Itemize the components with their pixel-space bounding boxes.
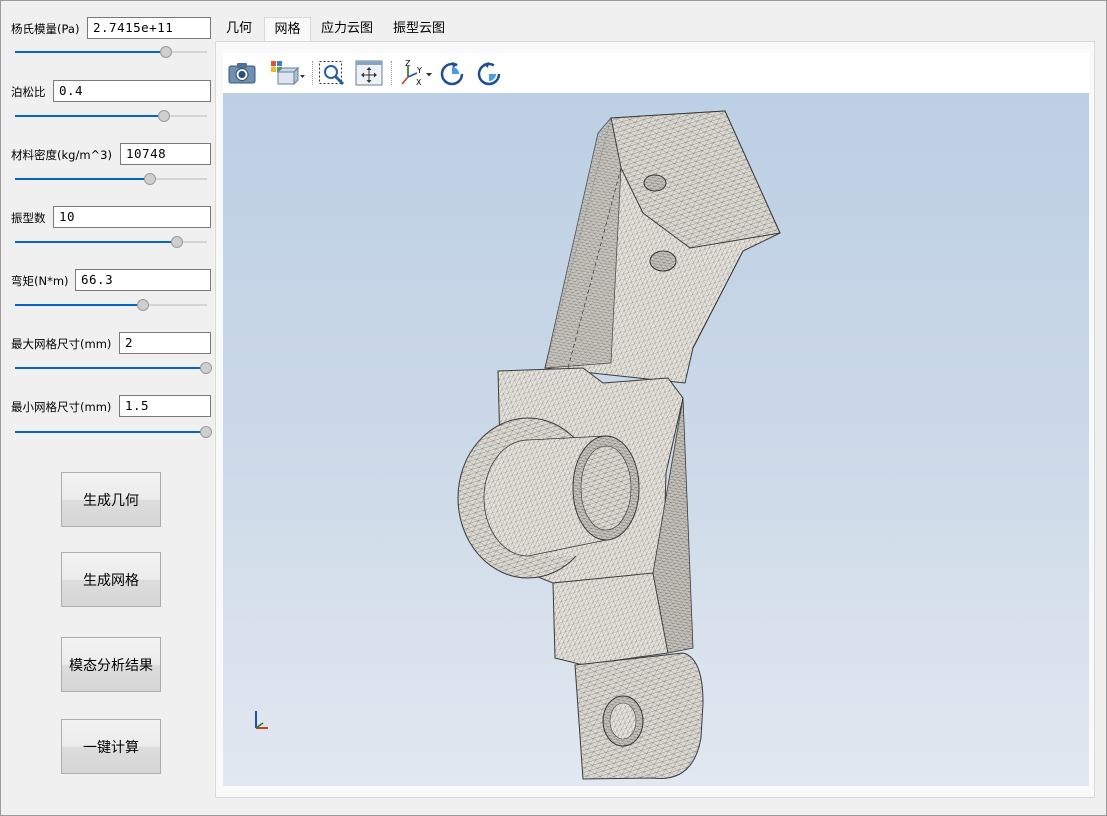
poisson-ratio-label: 泊松比: [11, 85, 46, 99]
axis-triad-icon: [255, 711, 268, 729]
axis-y-label: Y: [416, 66, 422, 75]
zoom-box-icon[interactable]: [317, 59, 347, 87]
slider-thumb[interactable]: [171, 236, 184, 248]
viewer-toolbar: Z Y X: [223, 53, 1089, 93]
youngs-modulus-input[interactable]: 2.7415e+11: [87, 17, 211, 39]
tab-mesh[interactable]: 网格: [264, 17, 311, 41]
toolbar-separator: [391, 61, 393, 85]
density-slider[interactable]: [15, 173, 207, 185]
slider-thumb[interactable]: [200, 426, 213, 438]
generate-mesh-button[interactable]: 生成网格: [61, 552, 161, 607]
mode-count-label: 振型数: [11, 211, 46, 225]
one-click-compute-button[interactable]: 一键计算: [61, 719, 161, 774]
axis-x-label: X: [416, 78, 422, 87]
youngs-modulus-label: 杨氏模量(Pa): [11, 22, 80, 36]
axis-z-label: Z: [405, 59, 411, 68]
tab-mode-shape[interactable]: 振型云图: [388, 17, 450, 41]
mesh-viewport[interactable]: [223, 93, 1089, 786]
toolbar-separator: [312, 61, 314, 85]
density-input[interactable]: 10748: [120, 143, 211, 165]
meshed-part-model: [255, 110, 781, 780]
slider-thumb[interactable]: [159, 46, 172, 58]
generate-geometry-button[interactable]: 生成几何: [61, 472, 161, 527]
youngs-modulus-slider[interactable]: [15, 46, 207, 58]
tab-stress-contour[interactable]: 应力云图: [316, 17, 378, 41]
hub-mesh: [457, 367, 684, 584]
rotate-cw-icon[interactable]: [437, 59, 467, 87]
tab-geometry[interactable]: 几何: [219, 17, 259, 41]
min-mesh-size-label: 最小网格尺寸(mm): [11, 400, 112, 414]
max-mesh-size-slider[interactable]: [15, 362, 213, 374]
mode-count-input[interactable]: 10: [53, 206, 211, 228]
mode-count-slider[interactable]: [15, 236, 207, 248]
modal-results-button[interactable]: 模态分析结果: [61, 637, 161, 692]
upper-arm-mesh: [544, 110, 781, 384]
poisson-ratio-slider[interactable]: [15, 110, 207, 122]
fit-all-icon[interactable]: [354, 59, 384, 87]
bending-moment-label: 弯矩(N*m): [11, 274, 69, 288]
density-label: 材料密度(kg/m^3): [11, 148, 112, 162]
slider-thumb[interactable]: [136, 299, 149, 311]
rotate-ccw-icon[interactable]: [474, 59, 504, 87]
min-mesh-size-input[interactable]: 1.5: [119, 395, 211, 417]
max-mesh-size-label: 最大网格尺寸(mm): [11, 337, 112, 351]
view-cube-icon[interactable]: [267, 59, 307, 87]
camera-icon[interactable]: [227, 59, 257, 87]
slider-thumb[interactable]: [157, 110, 170, 122]
bending-moment-slider[interactable]: [15, 299, 207, 311]
poisson-ratio-input[interactable]: 0.4: [53, 80, 211, 102]
slider-thumb[interactable]: [144, 173, 157, 185]
axes-view-icon[interactable]: Z Y X: [397, 59, 435, 87]
bending-moment-input[interactable]: 66.3: [75, 269, 211, 291]
min-mesh-size-slider[interactable]: [15, 426, 213, 438]
max-mesh-size-input[interactable]: 2: [119, 332, 211, 354]
slider-thumb[interactable]: [200, 362, 213, 374]
